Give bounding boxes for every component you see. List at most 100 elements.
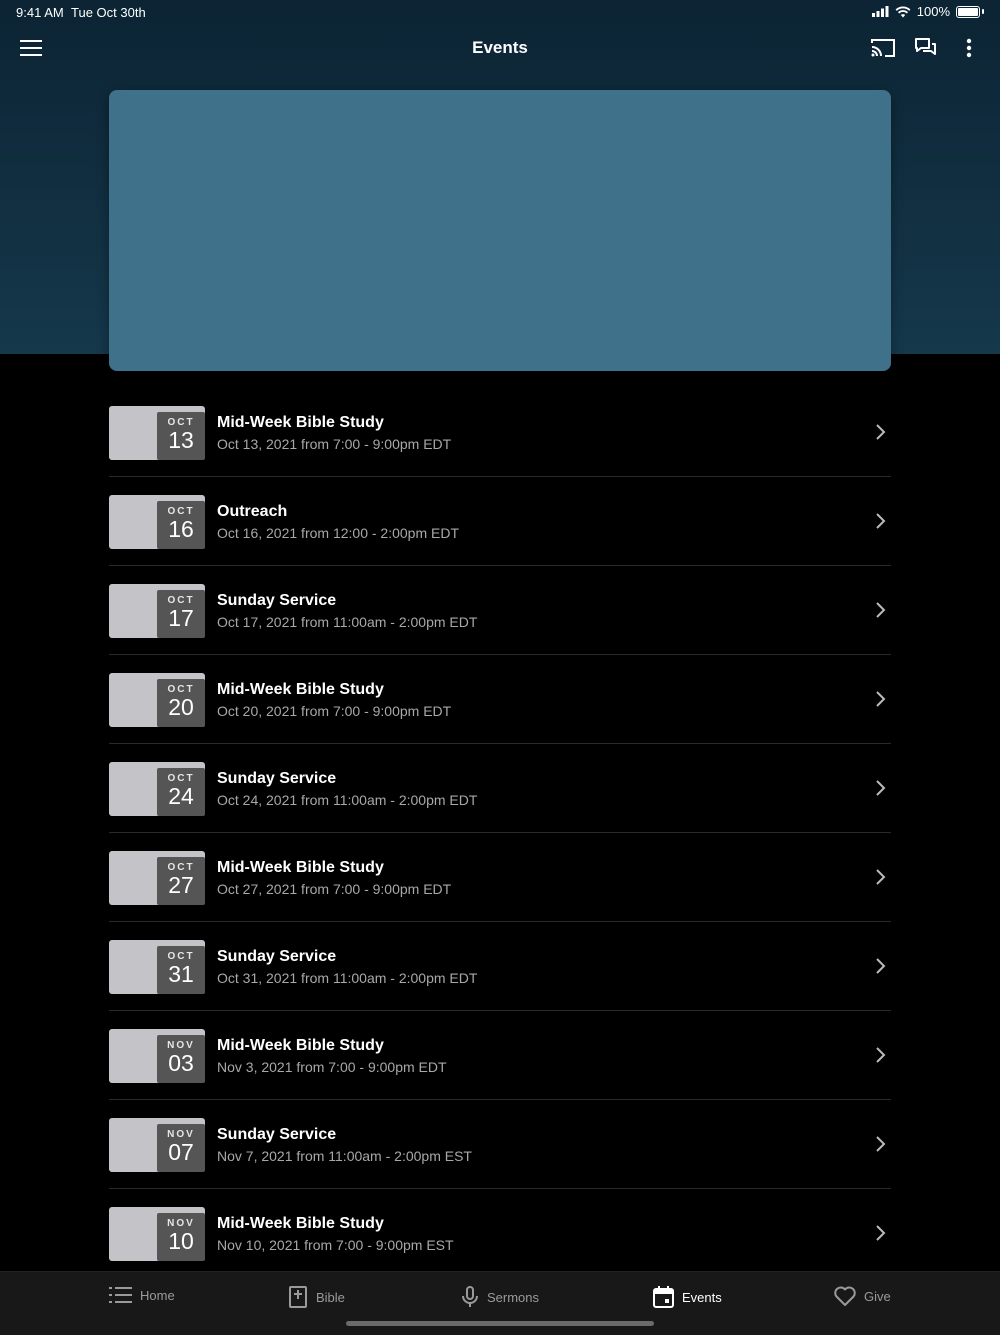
event-datetime: Oct 24, 2021 from 11:00am - 2:00pm EDT — [217, 792, 478, 808]
tab-label: Give — [864, 1288, 891, 1304]
event-title: Mid-Week Bible Study — [217, 859, 384, 876]
event-datetime: Oct 20, 2021 from 7:00 - 9:00pm EDT — [217, 703, 452, 719]
event-thumbnail: NOV 03 — [109, 1029, 205, 1083]
signal-icon — [871, 6, 889, 17]
date-day: 10 — [168, 1228, 194, 1254]
tab-events[interactable]: Events — [653, 1286, 722, 1308]
event-row[interactable]: OCT 31 Sunday Service Oct 31, 2021 from … — [109, 922, 891, 1011]
page-title: Events — [472, 38, 528, 57]
tab-label: Sermons — [487, 1289, 540, 1305]
chevron-right-icon — [876, 691, 886, 707]
tab-bible[interactable]: Bible — [288, 1286, 345, 1308]
status-indicators: 100% — [871, 4, 984, 19]
tab-label: Events — [682, 1289, 722, 1305]
chevron-right-icon — [876, 602, 886, 618]
date-badge: OCT 31 — [157, 946, 205, 994]
date-day: 27 — [168, 872, 194, 898]
date-day: 24 — [168, 783, 194, 809]
date-badge: OCT 20 — [157, 679, 205, 727]
event-thumbnail: OCT 17 — [109, 584, 205, 638]
event-thumbnail: OCT 27 — [109, 851, 205, 905]
date-day: 13 — [168, 427, 194, 453]
chat-icon[interactable] — [912, 34, 940, 62]
event-datetime: Nov 3, 2021 from 7:00 - 9:00pm EDT — [217, 1059, 447, 1075]
event-datetime: Oct 17, 2021 from 11:00am - 2:00pm EDT — [217, 614, 478, 630]
chevron-right-icon — [876, 958, 886, 974]
date-day: 07 — [168, 1139, 194, 1165]
event-row[interactable]: OCT 24 Sunday Service Oct 24, 2021 from … — [109, 744, 891, 833]
event-title: Mid-Week Bible Study — [217, 414, 384, 431]
event-thumbnail: OCT 13 — [109, 406, 205, 460]
battery-icon — [956, 5, 980, 18]
event-datetime: Oct 27, 2021 from 7:00 - 9:00pm EDT — [217, 881, 452, 897]
status-time: 9:41 AM — [16, 5, 64, 20]
event-title: Mid-Week Bible Study — [217, 1037, 384, 1054]
event-thumbnail: OCT 16 — [109, 495, 205, 549]
event-row[interactable]: NOV 03 Mid-Week Bible Study Nov 3, 2021 … — [109, 1011, 891, 1100]
tab-give[interactable]: Give — [834, 1286, 891, 1306]
event-title: Sunday Service — [217, 1126, 337, 1143]
event-title: Sunday Service — [217, 948, 337, 965]
event-datetime: Nov 7, 2021 from 11:00am - 2:00pm EST — [217, 1148, 472, 1164]
date-day: 17 — [168, 605, 194, 631]
date-badge: OCT 27 — [157, 857, 205, 905]
event-datetime: Oct 31, 2021 from 11:00am - 2:00pm EDT — [217, 970, 478, 986]
chevron-right-icon — [876, 780, 886, 796]
date-badge: OCT 24 — [157, 768, 205, 816]
date-day: 31 — [168, 961, 194, 987]
event-title: Outreach — [217, 503, 288, 520]
microphone-icon — [462, 1286, 478, 1307]
chevron-right-icon — [876, 1136, 886, 1152]
tab-label: Bible — [316, 1289, 345, 1305]
event-thumbnail: OCT 31 — [109, 940, 205, 994]
more-options-icon[interactable] — [955, 34, 983, 62]
chevron-right-icon — [876, 424, 886, 440]
event-row[interactable]: OCT 27 Mid-Week Bible Study Oct 27, 2021… — [109, 833, 891, 922]
event-row[interactable]: OCT 20 Mid-Week Bible Study Oct 20, 2021… — [109, 655, 891, 744]
cast-icon[interactable] — [869, 34, 897, 62]
tab-sermons[interactable]: Sermons — [461, 1286, 539, 1308]
event-title: Sunday Service — [217, 770, 337, 787]
navigation-bar: Events — [0, 26, 1000, 70]
event-thumbnail: OCT 20 — [109, 673, 205, 727]
chevron-right-icon — [876, 1047, 886, 1063]
date-badge: OCT 17 — [157, 590, 205, 638]
date-day: 16 — [168, 516, 194, 542]
chevron-right-icon — [876, 1225, 886, 1241]
event-row[interactable]: OCT 13 Mid-Week Bible Study Oct 13, 2021… — [109, 388, 891, 477]
event-row[interactable]: OCT 16 Outreach Oct 16, 2021 from 12:00 … — [109, 477, 891, 566]
date-day: 03 — [168, 1050, 194, 1076]
date-badge: NOV 10 — [157, 1213, 205, 1261]
chevron-right-icon — [876, 513, 886, 529]
calendar-icon — [653, 1286, 674, 1308]
tab-home[interactable]: Home — [109, 1286, 175, 1304]
home-indicator[interactable] — [346, 1321, 654, 1326]
date-badge: NOV 03 — [157, 1035, 205, 1083]
date-badge: NOV 07 — [157, 1124, 205, 1172]
tab-label: Home — [140, 1287, 175, 1303]
event-list: OCT 13 Mid-Week Bible Study Oct 13, 2021… — [109, 388, 891, 1278]
date-badge: OCT 13 — [157, 412, 205, 460]
date-badge: OCT 16 — [157, 501, 205, 549]
event-title: Sunday Service — [217, 592, 337, 609]
event-title: Mid-Week Bible Study — [217, 1215, 384, 1232]
featured-image[interactable] — [109, 90, 891, 371]
status-bar: 9:41 AM Tue Oct 30th 100% — [0, 0, 1000, 24]
list-icon — [109, 1287, 132, 1303]
event-thumbnail: NOV 07 — [109, 1118, 205, 1172]
event-datetime: Oct 13, 2021 from 7:00 - 9:00pm EDT — [217, 436, 452, 452]
heart-icon — [834, 1286, 856, 1306]
battery-percent: 100% — [916, 4, 950, 19]
event-row[interactable]: OCT 17 Sunday Service Oct 17, 2021 from … — [109, 566, 891, 655]
event-datetime: Nov 10, 2021 from 7:00 - 9:00pm EST — [217, 1237, 454, 1253]
event-row[interactable]: NOV 10 Mid-Week Bible Study Nov 10, 2021… — [109, 1189, 891, 1278]
event-thumbnail: OCT 24 — [109, 762, 205, 816]
battery-cap — [982, 9, 984, 14]
event-title: Mid-Week Bible Study — [217, 681, 384, 698]
event-row[interactable]: NOV 07 Sunday Service Nov 7, 2021 from 1… — [109, 1100, 891, 1189]
date-day: 20 — [168, 694, 194, 720]
status-date: Tue Oct 30th — [71, 5, 146, 20]
event-datetime: Oct 16, 2021 from 12:00 - 2:00pm EDT — [217, 525, 460, 541]
event-thumbnail: NOV 10 — [109, 1207, 205, 1261]
bible-icon — [289, 1286, 307, 1308]
